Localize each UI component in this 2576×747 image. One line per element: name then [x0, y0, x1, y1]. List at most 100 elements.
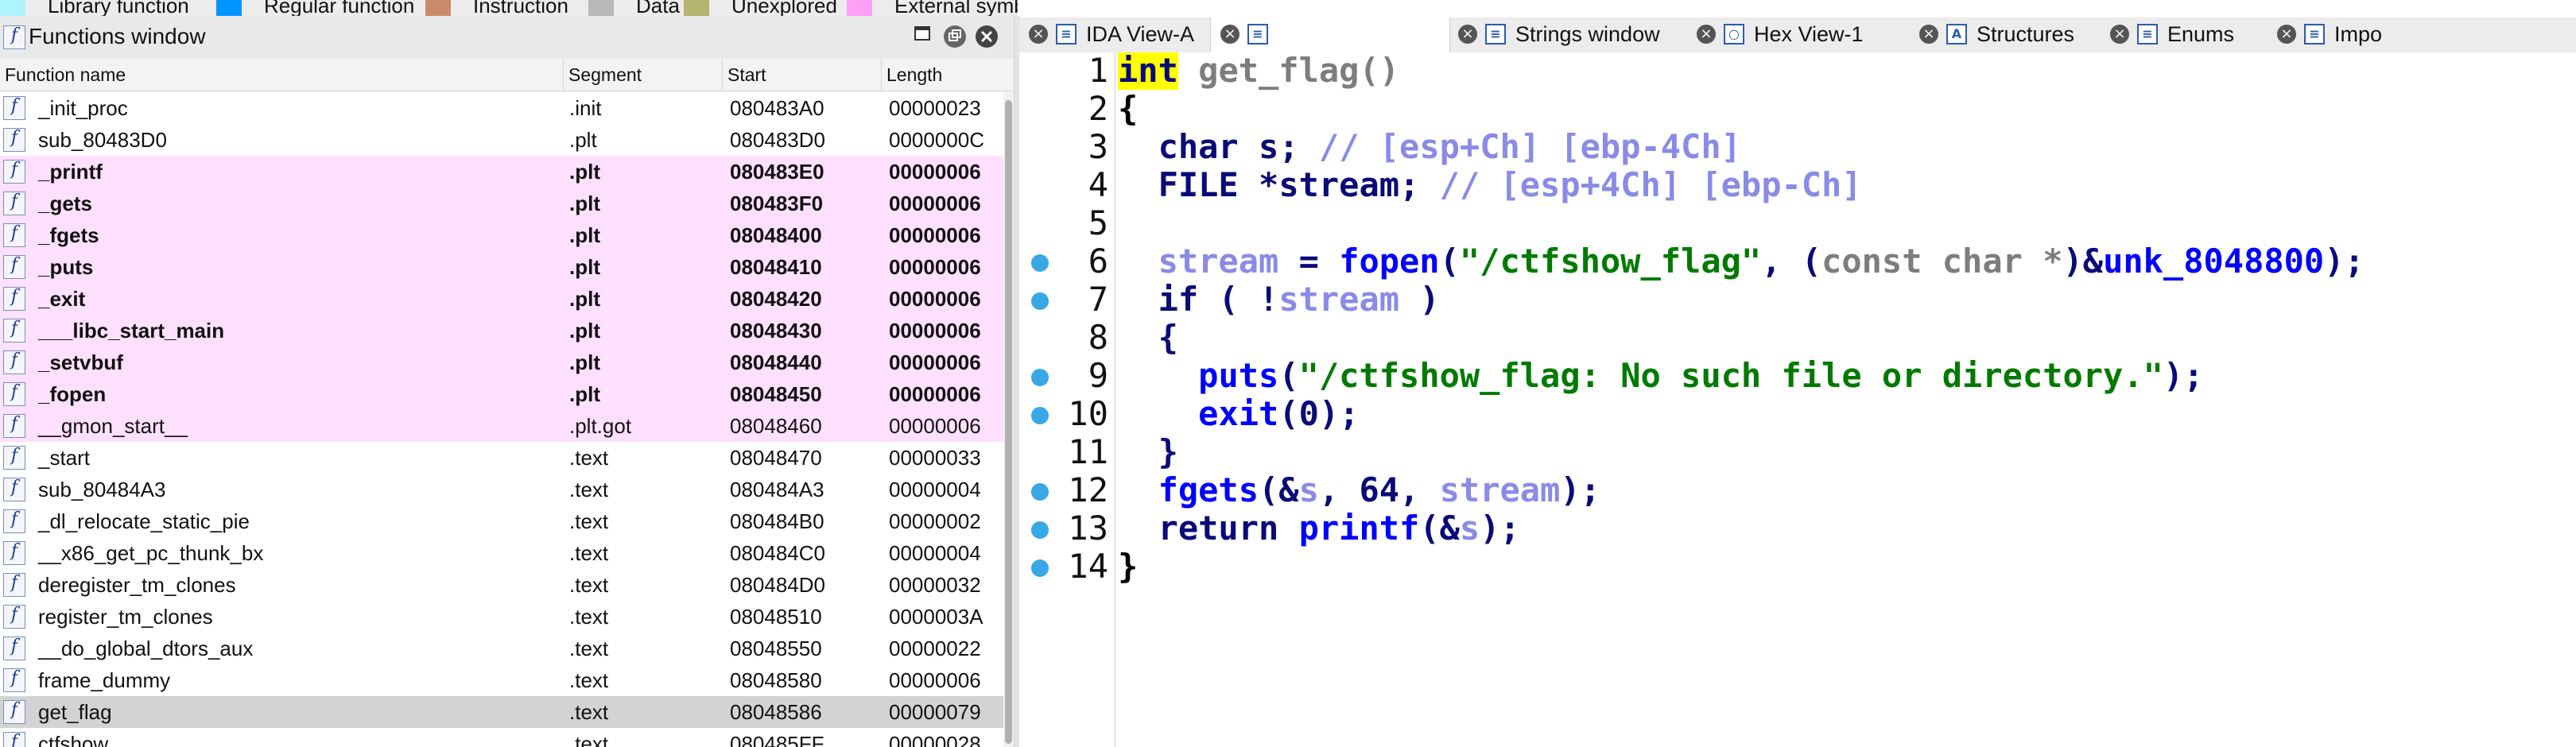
- line-number: 8: [1088, 318, 1108, 357]
- column-segment[interactable]: Segment: [563, 59, 722, 91]
- function-row[interactable]: f register_tm_clones .text 08048510 0000003A: [0, 601, 1003, 633]
- code-line[interactable]: 11 }: [1019, 432, 2576, 472]
- function-row[interactable]: f __x86_get_pc_thunk_bx .text 080484C0 00000…: [0, 537, 1003, 569]
- code-line[interactable]: 2{: [1019, 89, 2576, 129]
- tab-close-icon[interactable]: ×: [1220, 25, 1240, 44]
- close-window-icon[interactable]: [974, 24, 999, 49]
- function-row[interactable]: f _fopen .plt 08048450 00000006: [0, 378, 1003, 410]
- column-function-name[interactable]: Function name: [0, 59, 563, 91]
- tab-enums[interactable]: × ≡ Enums: [2101, 17, 2268, 52]
- function-name: __gmon_start__: [38, 414, 188, 438]
- code-line[interactable]: 10 exit(0);: [1019, 394, 2576, 434]
- function-start: 08048580: [730, 668, 822, 692]
- function-length: 00000006: [889, 192, 981, 215]
- code-line[interactable]: 5: [1019, 203, 2576, 243]
- code-line[interactable]: 4 FILE *stream; // [esp+4Ch] [ebp-Ch]: [1019, 165, 2576, 205]
- tab-close-icon[interactable]: ×: [1029, 25, 1048, 44]
- functions-table-body: f _init_proc .init 080483A0 00000023 f sub_804…: [0, 92, 1003, 747]
- breakpoint-dot-icon[interactable]: [1031, 254, 1049, 272]
- function-row[interactable]: f frame_dummy .text 08048580 00000006: [0, 664, 1003, 696]
- function-row[interactable]: f _printf .plt 080483E0 00000006: [0, 156, 1003, 188]
- breakpoint-dot-icon[interactable]: [1031, 292, 1049, 310]
- line-number: 2: [1088, 89, 1108, 128]
- function-row[interactable]: f _puts .plt 08048410 00000006: [0, 251, 1003, 283]
- tab-ida-view-a[interactable]: × ≡ IDA View-A: [1019, 17, 1210, 52]
- function-row[interactable]: f ctfshow .text 080485FF 00000028: [0, 728, 1003, 747]
- code-line[interactable]: 14}: [1019, 547, 2576, 586]
- tab-close-icon[interactable]: ×: [2110, 25, 2129, 44]
- tab-impo[interactable]: × ≡ Impo: [2268, 17, 2576, 52]
- function-icon: f: [3, 350, 25, 374]
- function-start: 080483E0: [730, 160, 824, 184]
- code-line[interactable]: 13 return printf(&s);: [1019, 509, 2576, 548]
- function-length: 00000002: [889, 509, 981, 533]
- tab-hex-view-1[interactable]: × ○ Hex View-1: [1687, 17, 1910, 52]
- function-segment: .plt: [569, 287, 600, 311]
- line-number: 3: [1088, 127, 1108, 166]
- function-row[interactable]: f _exit .plt 08048420 00000006: [0, 283, 1003, 315]
- function-start: 08048586: [730, 700, 822, 724]
- function-name: register_tm_clones: [38, 605, 213, 629]
- tab-structures[interactable]: × A Structures: [1910, 17, 2101, 52]
- code-line[interactable]: 12 fgets(&s, 64, stream);: [1019, 470, 2576, 510]
- code-token: *: [1238, 165, 1279, 204]
- function-row[interactable]: f _dl_relocate_static_pie .text 080484B0 000…: [0, 505, 1003, 537]
- pseudocode-view[interactable]: 1 int get_flag() 2{3 char s; // [esp+Ch] […: [1019, 52, 2576, 747]
- function-name: _puts: [38, 255, 94, 279]
- tab-close-icon[interactable]: ×: [1697, 25, 1716, 44]
- function-row[interactable]: f _start .text 08048470 00000033: [0, 442, 1003, 474]
- functions-scrollbar-thumb[interactable]: [1005, 100, 1012, 744]
- function-row[interactable]: f __do_global_dtors_aux .text 08048550 00000…: [0, 633, 1003, 664]
- function-start: 08048420: [730, 287, 822, 311]
- function-icon: f: [3, 287, 25, 311]
- function-row[interactable]: f sub_80484A3 .text 080484A3 00000004: [0, 474, 1003, 505]
- function-length: 00000023: [889, 96, 981, 120]
- breakpoint-dot-icon[interactable]: [1031, 483, 1049, 501]
- function-row[interactable]: f _fgets .plt 08048400 00000006: [0, 219, 1003, 251]
- breakpoint-dot-icon[interactable]: [1031, 369, 1049, 386]
- float-window-icon[interactable]: [910, 24, 936, 49]
- function-row[interactable]: f sub_80483D0 .plt 080483D0 0000000C: [0, 124, 1003, 156]
- column-length[interactable]: Length: [881, 59, 1003, 91]
- code-line[interactable]: 6 stream = fopen("/ctfshow_flag", (const…: [1019, 242, 2576, 281]
- function-row[interactable]: f ___libc_start_main .plt 08048430 00000006: [0, 315, 1003, 346]
- tab-strings-window[interactable]: × ≡ Strings window: [1449, 17, 1687, 52]
- functions-scrollbar[interactable]: [1003, 92, 1014, 747]
- function-start: 08048430: [730, 319, 822, 343]
- tab-close-icon[interactable]: ×: [1458, 25, 1477, 44]
- function-segment: .plt.got: [569, 414, 632, 438]
- code-line[interactable]: 9 puts("/ctfshow_flag: No such file or d…: [1019, 356, 2576, 396]
- restore-window-icon[interactable]: [942, 24, 968, 49]
- breakpoint-dot-icon[interactable]: [1031, 521, 1049, 539]
- function-row[interactable]: f _gets .plt 080483F0 00000006: [0, 188, 1003, 219]
- function-segment: .plt: [569, 223, 600, 247]
- function-row[interactable]: f get_flag .text 08048586 00000079: [0, 696, 1003, 728]
- breakpoint-dot-icon[interactable]: [1031, 559, 1049, 577]
- function-row[interactable]: f _init_proc .init 080483A0 00000023: [0, 92, 1003, 124]
- code-line[interactable]: 1 int get_flag(): [1019, 52, 2576, 91]
- code-token: (&: [1259, 470, 1299, 509]
- tab-close-icon[interactable]: ×: [2277, 25, 2296, 44]
- function-segment: .text: [569, 446, 609, 470]
- code-line[interactable]: 7 if ( !stream ): [1019, 280, 2576, 319]
- code-token: s: [1259, 127, 1279, 166]
- function-row[interactable]: f __gmon_start__ .plt.got 08048460 00000006: [0, 410, 1003, 442]
- breakpoint-dot-icon[interactable]: [1031, 407, 1049, 424]
- column-start[interactable]: Start: [722, 59, 881, 91]
- function-name: __do_global_dtors_aux: [38, 637, 254, 660]
- legend-label: Data: [636, 0, 680, 16]
- function-row[interactable]: f deregister_tm_clones .text 080484D0 000000…: [0, 569, 1003, 601]
- code-token: 64: [1359, 470, 1400, 509]
- code-line[interactable]: 8 {: [1019, 318, 2576, 358]
- code-line[interactable]: 3 char s; // [esp+Ch] [ebp-4Ch]: [1019, 127, 2576, 167]
- legend-swatch: [847, 0, 872, 16]
- function-name: _start: [38, 446, 91, 470]
- tab-pseudocode[interactable]: × ≡: [1210, 17, 1450, 52]
- code-token: (&: [1419, 509, 1460, 548]
- function-row[interactable]: f _setvbuf .plt 08048440 00000006: [0, 346, 1003, 378]
- tab-close-icon[interactable]: ×: [1919, 25, 1938, 44]
